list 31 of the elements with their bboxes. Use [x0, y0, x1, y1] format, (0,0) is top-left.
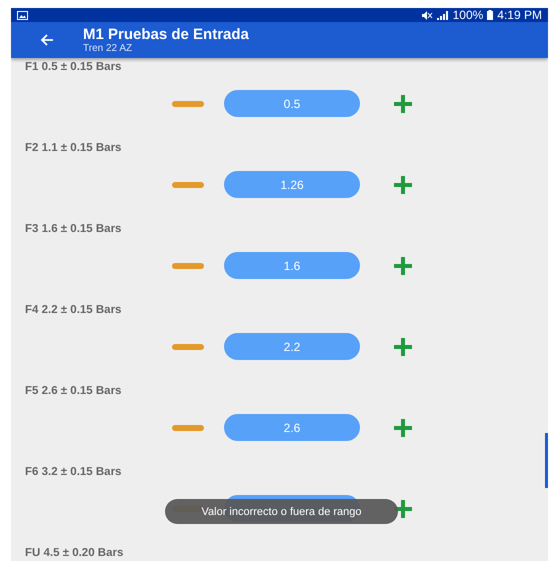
test-label: F5 2.6 ± 0.15 Bars: [25, 384, 122, 399]
screen-subtitle: Tren 22 AZ: [83, 42, 134, 54]
battery-icon: [487, 10, 494, 20]
minus-icon: [172, 182, 204, 188]
error-toast: Valor incorrecto o fuera de rango: [165, 499, 398, 524]
value-field[interactable]: 0.5: [224, 90, 360, 117]
plus-icon: [393, 175, 413, 195]
minus-icon: [172, 344, 204, 350]
value-field[interactable]: 1.6: [224, 252, 360, 279]
plus-icon: [393, 337, 413, 357]
test-label: F4 2.2 ± 0.15 Bars: [25, 303, 122, 318]
signal-icon: [436, 10, 449, 20]
back-arrow-icon: [40, 34, 54, 46]
battery-percent: 100%: [452, 8, 484, 22]
test-label: F3 1.6 ± 0.15 Bars: [25, 222, 122, 237]
test-label: FU 4.5 ± 0.20 Bars: [25, 546, 124, 561]
value-field[interactable]: 2.2: [224, 333, 360, 360]
value-field[interactable]: 2.6: [224, 414, 360, 441]
plus-icon: [393, 94, 413, 114]
screen-title: M1 Pruebas de Entrada: [83, 26, 249, 42]
test-label: F2 1.1 ± 0.15 Bars: [25, 141, 122, 156]
minus-icon: [172, 425, 204, 431]
image-icon: [17, 10, 28, 20]
value-field[interactable]: 1.26: [224, 171, 360, 198]
minus-icon: [172, 263, 204, 269]
clock-time: 4:19 PM: [497, 8, 542, 22]
minus-icon: [172, 101, 204, 107]
test-label: F6 3.2 ± 0.15 Bars: [25, 465, 122, 480]
plus-icon: [393, 418, 413, 438]
test-label: F1 0.5 ± 0.15 Bars: [25, 60, 122, 75]
plus-icon: [393, 256, 413, 276]
